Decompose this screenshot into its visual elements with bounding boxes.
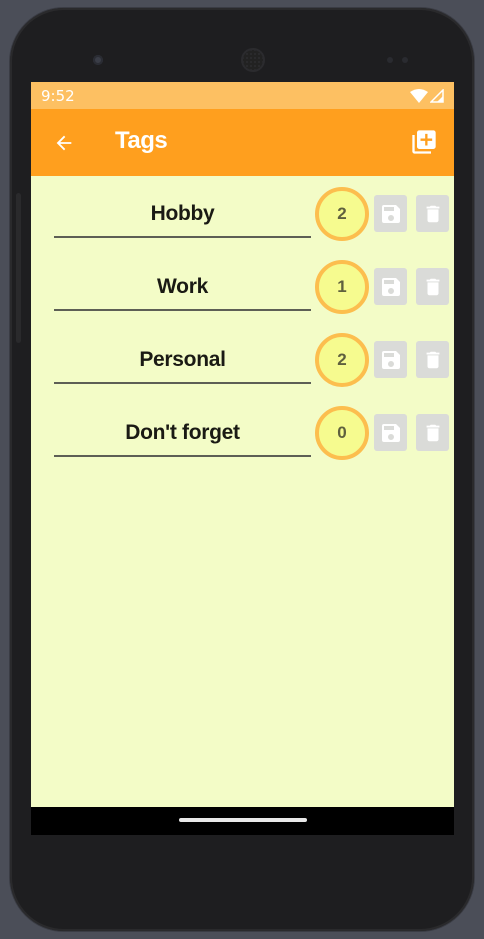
tag-row: Don't forget 0 xyxy=(31,395,454,468)
signal-icon xyxy=(430,88,444,103)
delete-button[interactable] xyxy=(416,414,449,451)
tag-count-badge: 2 xyxy=(315,187,369,241)
save-icon xyxy=(381,277,400,296)
emulator-stage: 9:52 Tags Hobby 2 Work 1 Personal 2 Don'… xyxy=(0,0,484,939)
tag-row: Work 1 xyxy=(31,249,454,322)
tag-count-badge: 1 xyxy=(315,260,369,314)
home-gesture-handle[interactable] xyxy=(179,818,307,822)
page-title: Tags xyxy=(115,127,168,154)
front-camera xyxy=(93,55,103,65)
status-time: 9:52 xyxy=(41,86,75,105)
side-button xyxy=(16,193,21,343)
save-button[interactable] xyxy=(374,195,407,232)
arrow-back-icon xyxy=(56,135,72,151)
trash-icon xyxy=(426,205,439,222)
tag-count-badge: 0 xyxy=(315,406,369,460)
save-icon xyxy=(381,350,400,369)
tag-count-badge: 2 xyxy=(315,333,369,387)
delete-button[interactable] xyxy=(416,195,449,232)
tag-row: Hobby 2 xyxy=(31,176,454,249)
status-bar: 9:52 xyxy=(31,82,454,109)
tag-name-field[interactable]: Personal xyxy=(54,342,311,384)
tag-name-field[interactable]: Hobby xyxy=(54,196,311,238)
delete-button[interactable] xyxy=(416,341,449,378)
save-button[interactable] xyxy=(374,268,407,305)
delete-button[interactable] xyxy=(416,268,449,305)
add-tag-button[interactable] xyxy=(410,128,438,156)
save-icon xyxy=(381,423,400,442)
app-screen: 9:52 Tags Hobby 2 Work 1 Personal 2 Don'… xyxy=(31,82,454,807)
save-icon xyxy=(381,204,400,223)
light-sensor xyxy=(402,57,408,63)
app-bar: Tags xyxy=(31,109,454,176)
trash-icon xyxy=(426,278,439,295)
save-button[interactable] xyxy=(374,341,407,378)
earpiece-speaker xyxy=(241,48,265,72)
navigation-bar xyxy=(31,807,454,835)
library-add-icon xyxy=(412,130,436,154)
tag-name-field[interactable]: Work xyxy=(54,269,311,311)
status-icons xyxy=(410,88,444,103)
tag-name-field[interactable]: Don't forget xyxy=(54,415,311,457)
save-button[interactable] xyxy=(374,414,407,451)
back-button[interactable] xyxy=(51,130,77,156)
proximity-sensor xyxy=(387,57,393,63)
wifi-icon xyxy=(410,88,428,103)
trash-icon xyxy=(426,351,439,368)
tag-row: Personal 2 xyxy=(31,322,454,395)
trash-icon xyxy=(426,424,439,441)
